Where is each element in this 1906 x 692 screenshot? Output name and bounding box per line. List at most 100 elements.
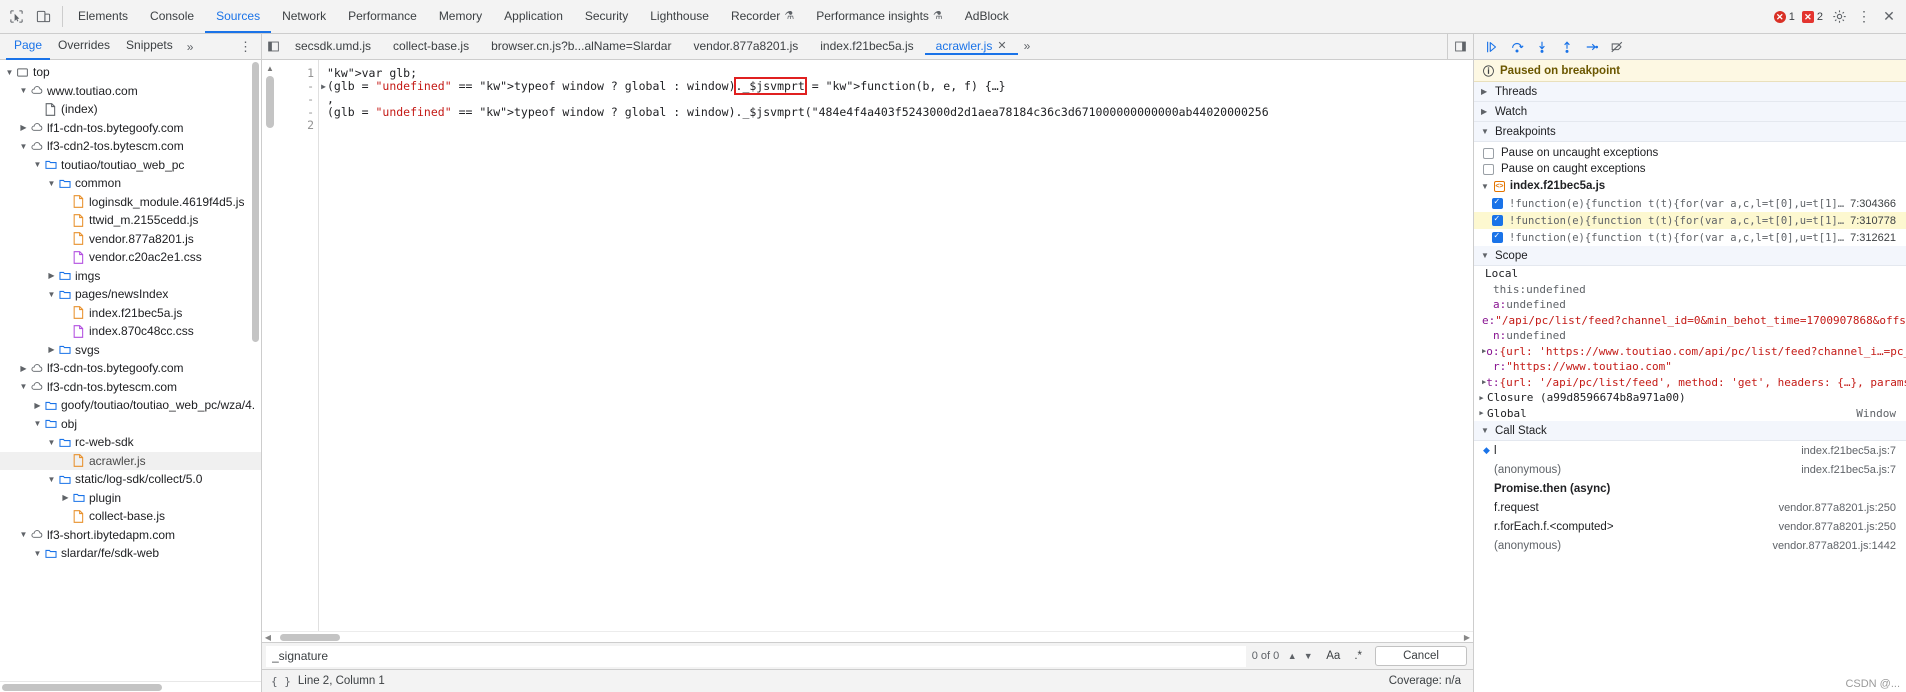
tree-file-row[interactable]: index.870c48cc.css [0,322,261,341]
tab-performance[interactable]: Performance [337,0,428,33]
tree-file-row[interactable]: loginsdk_module.4619f4d5.js [0,193,261,212]
tab-security[interactable]: Security [574,0,639,33]
more-options-icon[interactable]: ⋮ [1855,8,1873,26]
step-icon[interactable] [1581,37,1603,57]
checkbox[interactable] [1492,231,1503,243]
chevron-right-icon[interactable]: ▶ [1476,394,1487,402]
breakpoint-file-group[interactable]: ▼ <> index.f21bec5a.js [1474,177,1906,195]
code-line[interactable] [327,119,1473,132]
code-line[interactable]: (glb = "undefined" == "kw">typeof window… [327,106,1473,119]
tab-recorder[interactable]: Recorder ⚗ [720,0,805,33]
chevron-right-icon[interactable]: ▶ [18,123,29,132]
call-stack-row[interactable]: ◆ l index.f21bec5a.js:7 [1474,441,1906,460]
tab-network[interactable]: Network [271,0,337,33]
tree-folder-row[interactable]: ▼ static/log-sdk/collect/5.0 [0,470,261,489]
tree-file-row[interactable]: ttwid_m.2155cedd.js [0,211,261,230]
nav-tab-snippets[interactable]: Snippets [118,33,181,60]
checkbox[interactable] [1483,147,1494,159]
chevron-down-icon[interactable]: ▼ [32,549,43,558]
chevron-down-icon[interactable]: ▼ [18,142,29,151]
section-call-stack[interactable]: ▼ Call Stack [1474,421,1906,441]
editor-tab-vendor[interactable]: vendor.877a8201.js [682,39,809,55]
chevron-down-icon[interactable]: ▼ [46,438,57,447]
chevron-right-icon[interactable]: ▶ [60,493,71,502]
editor-more-tabs-icon[interactable]: » [1018,39,1037,55]
pause-uncaught-row[interactable]: Pause on uncaught exceptions [1474,145,1906,161]
error-badge[interactable]: ✕ 1 [1773,10,1795,23]
tree-folder-row[interactable]: ▶ imgs [0,267,261,286]
tree-file-row[interactable]: (index) [0,100,261,119]
scope-variable-row[interactable]: e: "/api/pc/list/feed?channel_id=0&min_b… [1474,313,1906,329]
tree-folder-row[interactable]: ▼ rc-web-sdk [0,433,261,452]
tree-file-row[interactable]: index.f21bec5a.js [0,304,261,323]
nav-tab-overrides[interactable]: Overrides [50,33,118,60]
editor-tab-acrawler[interactable]: acrawler.js ✕ [924,39,1018,55]
step-over-icon[interactable] [1506,37,1528,57]
tree-file-row[interactable]: vendor.877a8201.js [0,230,261,249]
pretty-print-icon[interactable]: { } [262,675,298,688]
tree-folder-row[interactable]: ▼ lf3-short.ibytedapm.com [0,526,261,545]
navigator-more-options-icon[interactable]: ⋮ [230,39,261,55]
call-stack-row[interactable]: f.request vendor.877a8201.js:250 [1474,498,1906,517]
checkbox[interactable] [1492,214,1503,226]
tree-folder-row[interactable]: ▼ www.toutiao.com [0,82,261,101]
tree-folder-row[interactable]: ▼ toutiao/toutiao_web_pc [0,156,261,175]
show-navigator-icon[interactable] [262,40,284,53]
chevron-right-icon[interactable]: ▶ [46,271,57,280]
chevron-down-icon[interactable]: ▼ [18,530,29,539]
tree-folder-row[interactable]: ▼ top [0,63,261,82]
chevron-down-icon[interactable]: ▼ [32,419,43,428]
scroll-left-icon[interactable]: ◀ [262,633,274,642]
tree-folder-row[interactable]: ▼ pages/newsIndex [0,285,261,304]
call-stack-row[interactable]: (anonymous) index.f21bec5a.js:7 [1474,460,1906,479]
tab-adblock[interactable]: AdBlock [954,0,1020,33]
section-watch[interactable]: ▶ Watch [1474,102,1906,122]
debugger-content[interactable]: ⓘ Paused on breakpoint ▶ Threads ▶ Watch… [1474,60,1906,692]
device-toggle-icon[interactable] [35,8,52,25]
scroll-right-icon[interactable]: ▶ [1461,633,1473,642]
code-line[interactable]: (glb = "undefined" == "kw">typeof window… [327,77,1473,95]
editor-scroll-indicator[interactable]: ▲ [262,60,278,631]
editor-tab-collect-base[interactable]: collect-base.js [382,39,480,55]
tree-folder-row[interactable]: ▶ lf1-cdn-tos.bytegoofy.com [0,119,261,138]
scope-variable-row[interactable]: ▶ o: {url: 'https://www.toutiao.com/api/p… [1474,344,1906,360]
regex-button[interactable]: .* [1347,650,1369,662]
scope-variable-row[interactable]: r: "https://www.toutiao.com" [1474,359,1906,375]
editor-horizontal-scrollbar[interactable]: ◀ ▶ [262,631,1473,642]
tab-elements[interactable]: Elements [67,0,139,33]
close-icon[interactable]: ✕ [1880,8,1898,26]
tree-folder-row[interactable]: ▼ obj [0,415,261,434]
call-stack-row[interactable]: Promise.then (async) [1474,479,1906,498]
tree-folder-row[interactable]: ▶ plugin [0,489,261,508]
scope-local-header[interactable]: Local [1474,266,1906,282]
navigator-horizontal-scrollbar[interactable] [0,681,261,692]
section-threads[interactable]: ▶ Threads [1474,82,1906,102]
scope-group-row[interactable]: ▶ Global Window [1474,406,1906,422]
scope-group-row[interactable]: ▶ Closure (a99d8596674b8a971a00) [1474,390,1906,406]
nav-more-tabs-icon[interactable]: » [181,40,200,54]
editor-tab-index[interactable]: index.f21bec5a.js [809,39,924,55]
navigator-vertical-scrollbar[interactable] [251,62,260,492]
scroll-up-icon[interactable]: ▲ [266,64,274,73]
source-code[interactable]: "kw">var glb; (glb = "undefined" == "kw">… [318,60,1473,631]
code-editor[interactable]: ▲ 1- ▶ - -2 "kw">var glb; (glb = "undefined"… [262,60,1473,631]
tree-file-row[interactable]: vendor.c20ac2e1.css [0,248,261,267]
search-input[interactable] [266,645,1246,667]
cancel-button[interactable]: Cancel [1375,646,1467,666]
call-stack-row[interactable]: r.forEach.f.<computed> vendor.877a8201.js… [1474,517,1906,536]
chevron-down-icon[interactable]: ▼ [1301,651,1315,661]
warning-badge[interactable]: ✕ 2 [1801,10,1823,23]
breakpoint-row[interactable]: !function(e){function t(t){for(var a,c,l… [1474,229,1906,246]
tree-folder-row[interactable]: ▶ goofy/toutiao/toutiao_web_pc/wza/4. [0,396,261,415]
file-tree[interactable]: ▼ top ▼ www.toutiao.com (index) ▶ lf1-cdn-tos.… [0,60,261,681]
chevron-right-icon[interactable]: ▶ [1476,409,1487,417]
chevron-down-icon[interactable]: ▼ [18,382,29,391]
tab-sources[interactable]: Sources [205,0,272,33]
tree-folder-row[interactable]: ▼ lf3-cdn-tos.bytescm.com [0,378,261,397]
code-fold-icon[interactable]: ▶ [321,80,326,93]
nav-tab-page[interactable]: Page [6,33,51,60]
call-stack-row[interactable]: (anonymous) vendor.877a8201.js:1442 [1474,536,1906,555]
inspect-cursor-icon[interactable] [8,8,25,25]
tree-folder-row[interactable]: ▼ slardar/fe/sdk-web [0,544,261,563]
chevron-right-icon[interactable]: ▶ [46,345,57,354]
